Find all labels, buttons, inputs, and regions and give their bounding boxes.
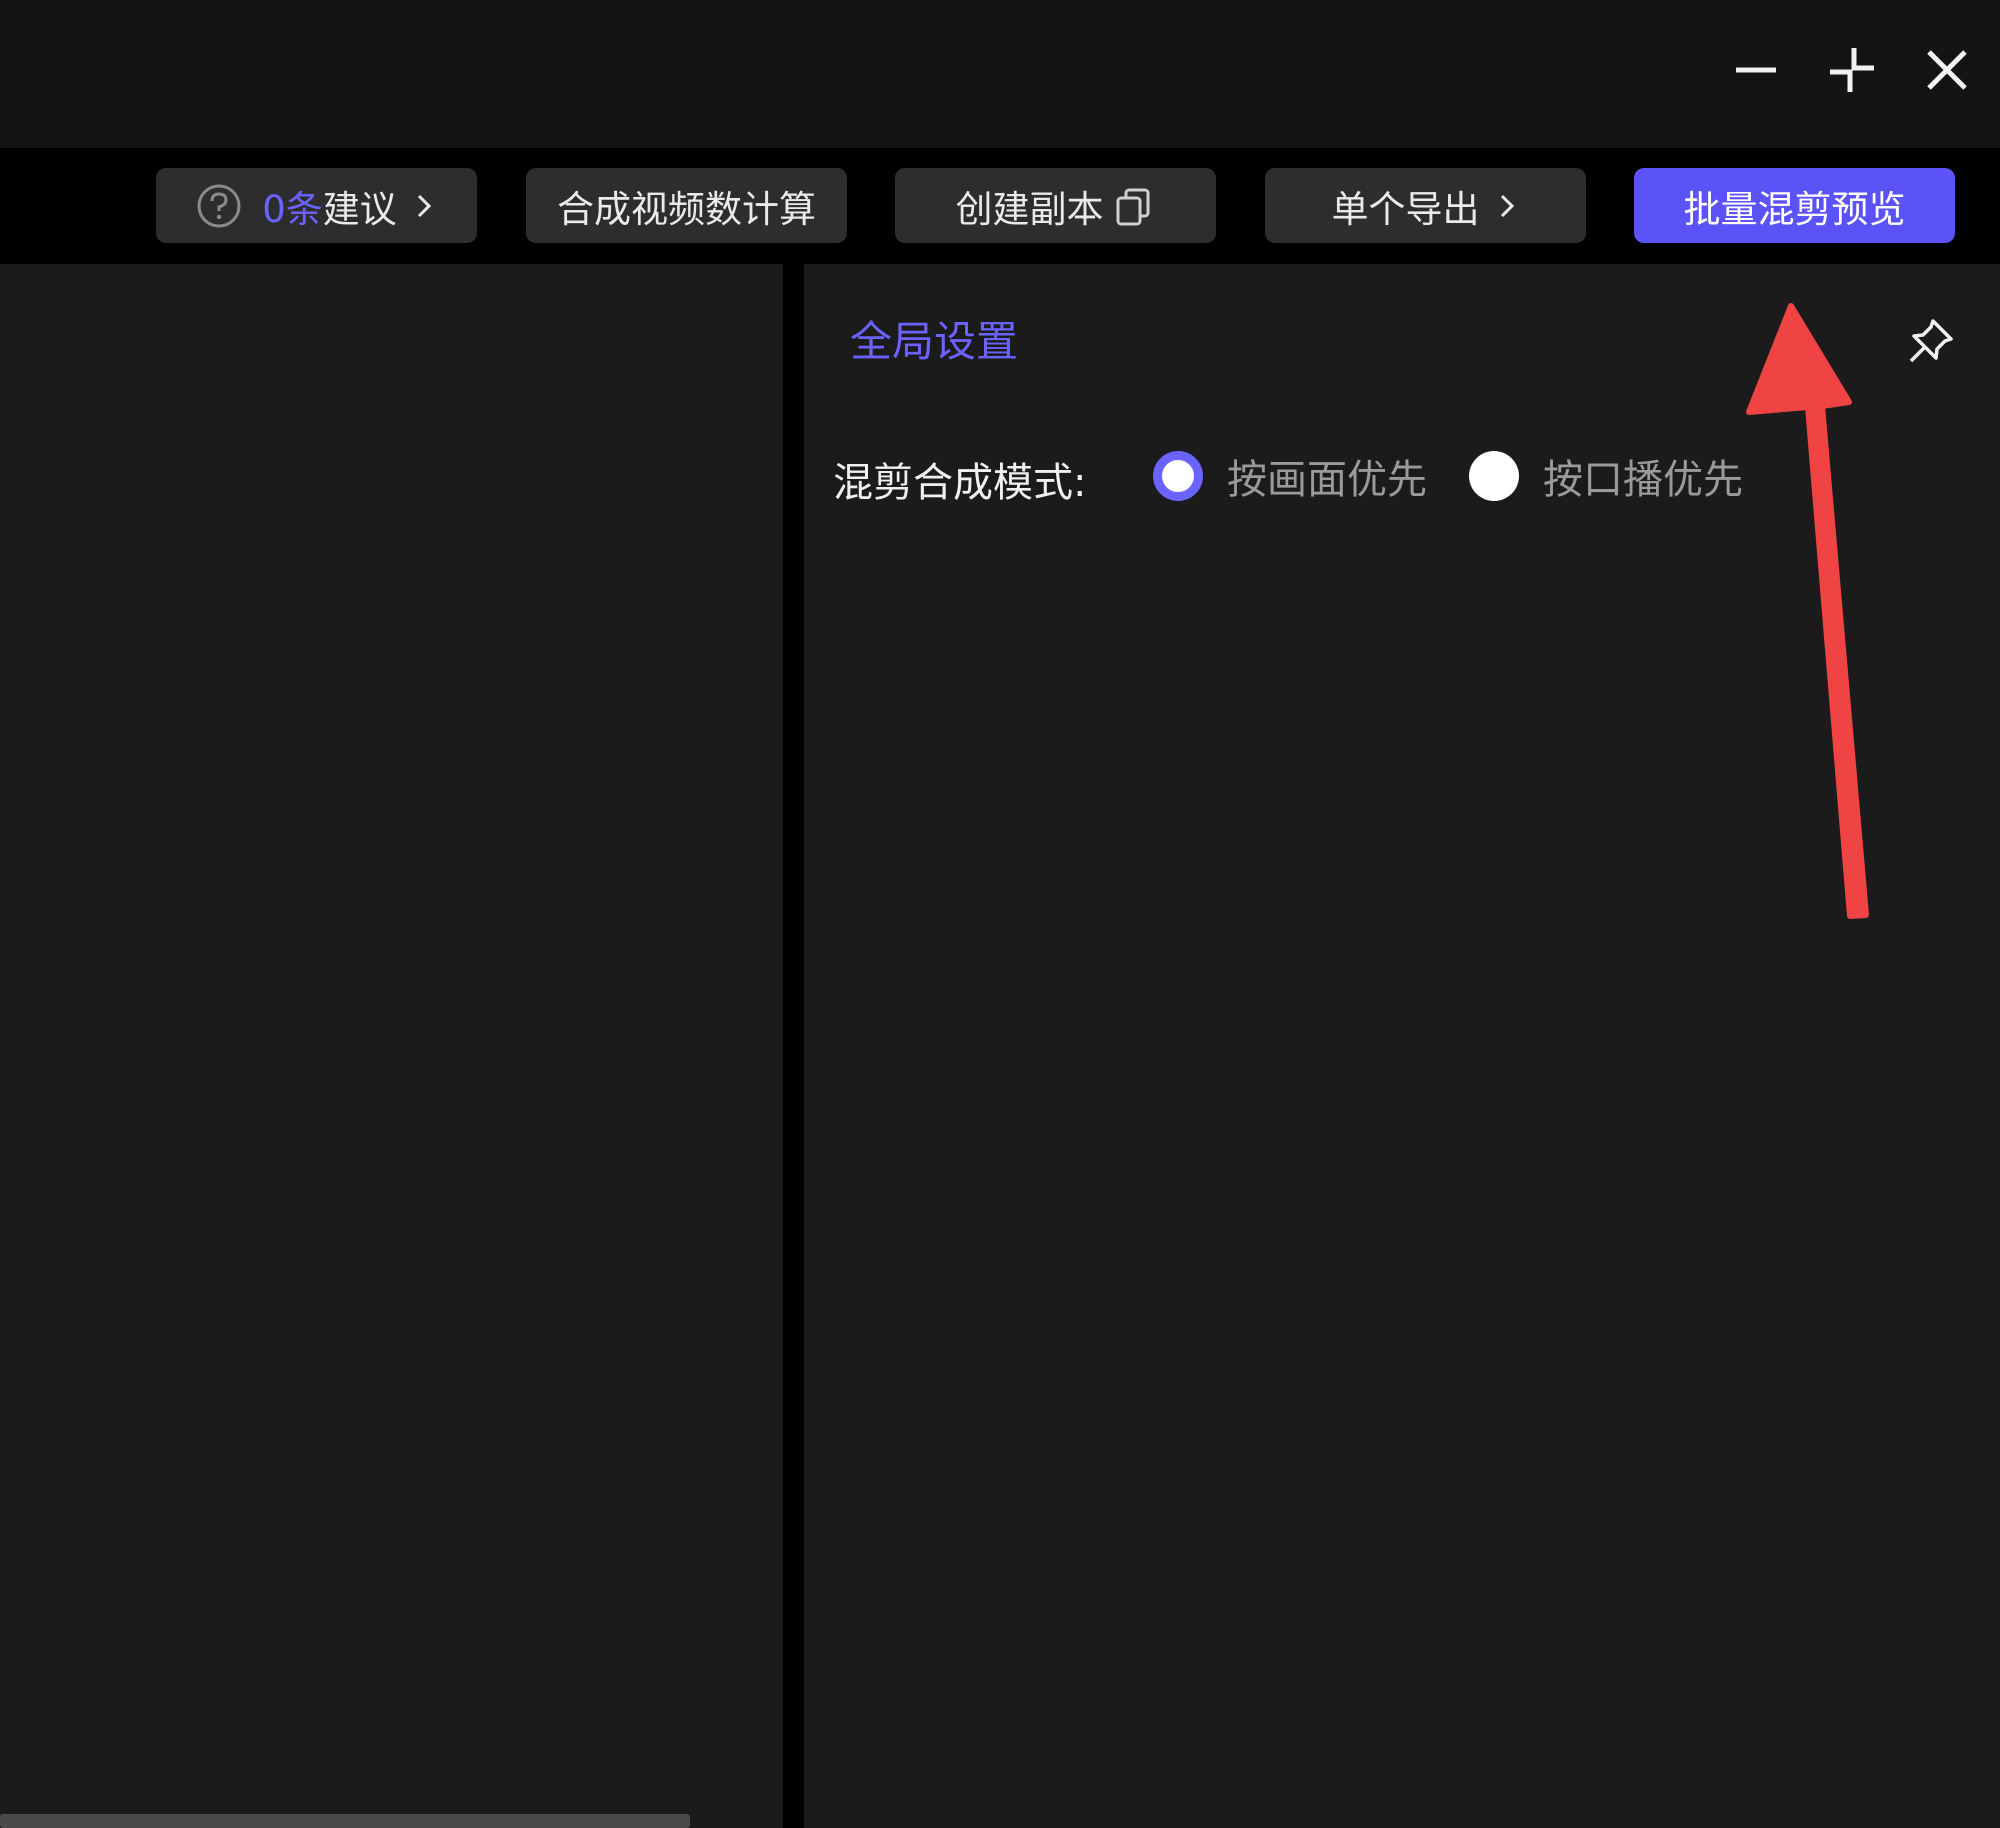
radio-selected-indicator xyxy=(1153,451,1203,501)
horizontal-scrollbar[interactable] xyxy=(0,1814,690,1828)
calc-video-count-button[interactable]: 合成视频数计算 xyxy=(526,168,847,243)
title-bar xyxy=(0,0,2000,148)
chevron-right-icon xyxy=(1500,194,1514,217)
settings-title: 全局设置 xyxy=(850,317,1019,366)
pin-icon[interactable] xyxy=(1903,315,1957,369)
left-panel xyxy=(0,264,783,1828)
suggestions-label: 建议 xyxy=(322,187,397,231)
chevron-right-icon xyxy=(417,194,431,217)
settings-panel: 全局设置 混剪合成模式: 按画面优先 按口播优先 xyxy=(804,264,2000,1828)
radio-voice-priority-label: 按口播优先 xyxy=(1543,457,1743,503)
copy-icon xyxy=(1116,188,1149,225)
radio-voice-priority[interactable]: 按口播优先 xyxy=(1469,446,1743,506)
radio-visual-priority-label: 按画面优先 xyxy=(1227,457,1427,503)
batch-mix-preview-button[interactable]: 批量混剪预览 xyxy=(1634,168,1955,243)
suggestions-count: 0条 xyxy=(262,187,323,231)
restore-icon[interactable] xyxy=(1822,40,1882,100)
panel-divider[interactable] xyxy=(783,264,804,1828)
single-export-label: 单个导出 xyxy=(1331,187,1480,231)
radio-visual-priority[interactable]: 按画面优先 xyxy=(1153,446,1427,506)
toolbar: 0条 建议 合成视频数计算 创建副本 单个导出 批量混剪预览 xyxy=(0,148,2000,264)
single-export-button[interactable]: 单个导出 xyxy=(1265,168,1586,243)
mix-mode-label: 混剪合成模式: xyxy=(833,460,1087,506)
minimize-icon[interactable] xyxy=(1726,40,1786,100)
close-icon[interactable] xyxy=(1917,40,1977,100)
radio-unselected-indicator xyxy=(1469,451,1519,501)
create-copy-button[interactable]: 创建副本 xyxy=(895,168,1216,243)
suggestions-button[interactable]: 0条 建议 xyxy=(156,168,477,243)
create-copy-label: 创建副本 xyxy=(955,187,1104,231)
question-circle-icon xyxy=(197,184,241,227)
